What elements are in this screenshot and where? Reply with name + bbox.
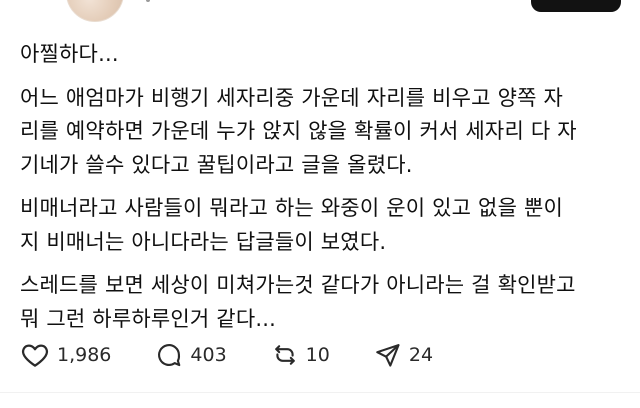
thread-post-screen: 아찔하다... 어느 애엄마가 비행기 세자리중 가운데 자리를 비우고 양쪽 … [0,0,640,408]
follow-button[interactable] [531,0,621,12]
post-line: 기네가 쓸수 있다고 꿀팁이라고 글을 올렸다. [20,152,413,177]
post-line: 스레드를 보면 세상이 미쳐가는것 같다가 아니라는 걸 확인받고 [20,273,576,297]
repost-icon [274,345,295,365]
post-line: 비매너라고 사람들이 뭐라고 하는 와중이 운이 있고 없을 뿐이 [20,196,564,220]
post-line: 리를 예약하면 가운데 누가 앉지 않을 확률이 커서 세자리 다 자 [20,119,577,143]
send-icon [376,344,400,367]
post-line: 어느 애엄마가 비행기 세자리중 가운데 자리를 비우고 양쪽 자 [20,85,564,110]
reply-button[interactable]: 403 [155,341,227,369]
repost-count: 10 [305,344,330,366]
post-line: 뭐 그런 하루하루인거 같다... [20,306,276,331]
like-button[interactable]: 1,986 [20,340,111,370]
comment-icon [158,344,181,367]
post-paragraph-4: 스레드를 보면 세상이 미쳐가는것 같다가 아니라는 걸 확인받고 뭐 그런 하… [20,269,626,336]
post-paragraph-1: 아찔하다... [20,38,626,72]
post-line: 지 비매너는 아니다라는 답글들이 보였다. [20,229,387,254]
share-button[interactable]: 24 [374,341,433,369]
repost-button[interactable]: 10 [271,341,330,369]
post-action-bar: 1,986 403 10 24 [20,339,477,371]
share-count: 24 [408,344,434,366]
divider [0,392,640,393]
like-count: 1,986 [57,344,112,366]
heart-icon [22,344,48,367]
post-text: 아찔하다... 어느 애엄마가 비행기 세자리중 가운데 자리를 비우고 양쪽 … [20,38,626,346]
post-line: 아찔하다... [20,42,119,66]
post-paragraph-3: 비매너라고 사람들이 뭐라고 하는 와중이 운이 있고 없을 뿐이 지 비매너는… [20,192,626,259]
reply-count: 403 [190,344,227,366]
post-paragraph-2: 어느 애엄마가 비행기 세자리중 가운데 자리를 비우고 양쪽 자 리를 예약하… [20,82,626,183]
header-separator-dot [146,0,150,2]
avatar[interactable] [66,0,124,22]
